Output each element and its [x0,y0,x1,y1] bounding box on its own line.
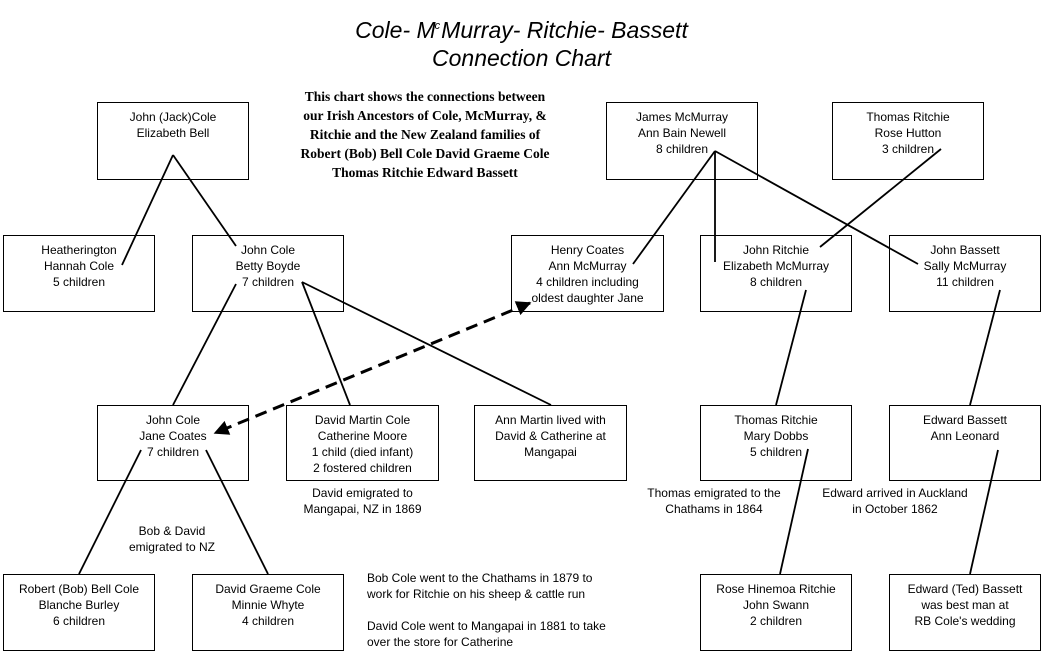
intro-line: the New Zealand families of [379,127,541,142]
connection-chart: Cole- McMurray- Ritchie- Bassett Connect… [0,0,1043,670]
family-box-edward-bassett: Edward Bassett Ann Leonard [889,405,1041,481]
note-bob-david-emigrated: Bob & David emigrated to NZ [128,524,216,554]
chart-title: Cole- McMurray- Ritchie- Bassett Connect… [0,12,1043,72]
intro-line: Edward Bassett [426,165,518,180]
family-box-rose-ritchie: Rose Hinemoa Ritchie John Swann 2 childr… [700,574,852,651]
family-box-robert-bell-cole: Robert (Bob) Bell Cole Blanche Burley 6 … [3,574,155,651]
intro-line: Thomas Ritchie [332,165,424,180]
intro-line: This chart shows the connections [304,89,495,104]
family-box-heatherington: Heatherington Hannah Cole 5 children [3,235,155,312]
note-edward-arrived: Edward arrived in Auckland in October 18… [822,486,968,516]
family-box-henry-coates: Henry Coates Ann McMurray 4 children inc… [511,235,664,312]
family-box-john-ritchie: John Ritchie Elizabeth McMurray 8 childr… [700,235,852,312]
family-box-james-mcmurray: James McMurray Ann Bain Newell 8 childre… [606,102,758,180]
family-box-john-bassett: John Bassett Sally McMurray 11 children [889,235,1041,312]
family-box-ann-martin: Ann Martin lived with David & Catherine … [474,405,627,481]
family-box-john-cole-betty-boyde: John Cole Betty Boyde 7 children [192,235,344,312]
intro-text: This chart shows the connections between… [300,87,550,182]
family-box-jack-cole: John (Jack)Cole Elizabeth Bell [97,102,249,180]
title-line-2: Connection Chart [432,45,611,71]
family-box-david-graeme-cole: David Graeme Cole Minnie Whyte 4 childre… [192,574,344,651]
family-box-ted-bassett: Edward (Ted) Bassett was best man at RB … [889,574,1041,651]
intro-line: David Graeme Cole [435,146,550,161]
note-thomas-emigrated: Thomas emigrated to the Chathams in 1864 [647,486,781,516]
family-box-thomas-ritchie-jr: Thomas Ritchie Mary Dobbs 5 children [700,405,852,481]
intro-line: Robert (Bob) Bell Cole [300,146,433,161]
note-chathams-and-mangapai: Bob Cole went to the Chathams in 1879 to… [367,571,606,649]
title-line-1: Cole- McMurray- Ritchie- Bassett [355,17,688,43]
family-box-john-cole-jane-coates: John Cole Jane Coates 7 children [97,405,249,481]
family-box-thomas-ritchie-sr: Thomas Ritchie Rose Hutton 3 children [832,102,984,180]
note-david-emigrated: David emigrated to Mangapai, NZ in 1869 [303,486,422,516]
family-box-david-martin-cole: David Martin Cole Catherine Moore 1 chil… [286,405,439,481]
